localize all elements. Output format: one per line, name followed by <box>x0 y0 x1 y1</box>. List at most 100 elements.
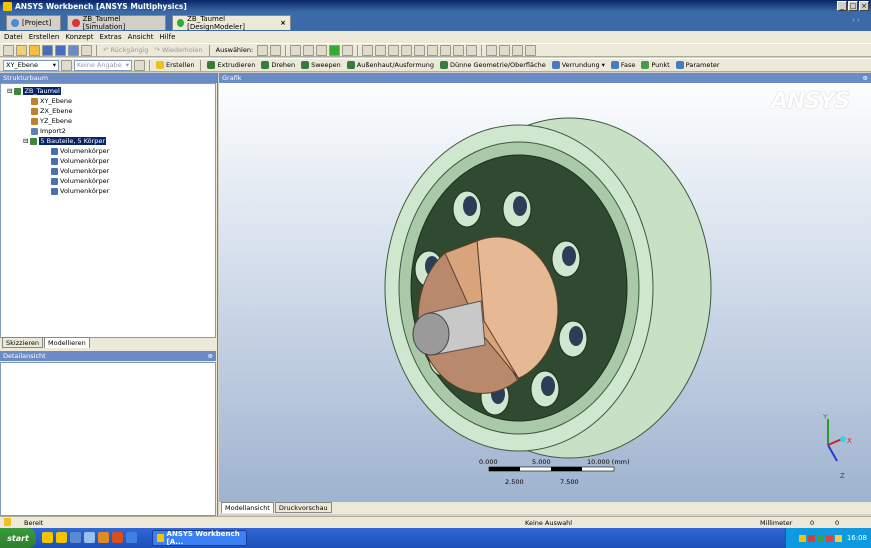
open-icon[interactable] <box>16 44 27 56</box>
sweep-button[interactable]: Sweepen <box>299 61 343 69</box>
menu-ansicht[interactable]: Ansicht <box>128 33 154 41</box>
tree-body[interactable]: Volumenkörper <box>51 176 109 186</box>
new-plane-icon[interactable] <box>61 59 72 71</box>
tree-item-import[interactable]: Import2 <box>31 126 66 136</box>
menu-extras[interactable]: Extras <box>99 33 121 41</box>
tray-icon[interactable] <box>816 534 824 542</box>
plane-select[interactable]: XY_Ebene ▾ <box>3 59 59 71</box>
menu-datei[interactable]: Datei <box>4 33 23 41</box>
extend-selection-icon[interactable] <box>342 44 354 56</box>
zoom-out-icon[interactable] <box>440 44 452 56</box>
undo-button[interactable]: ↶ Rückgängig <box>101 46 150 54</box>
select-face-icon[interactable] <box>316 44 328 56</box>
window-title: ANSYS Workbench [ANSYS Multiphysics] <box>15 1 187 11</box>
redo-button[interactable]: ↷ Wiederholen <box>152 46 204 54</box>
thin-surface-button[interactable]: Dünne Geometrie/Oberfläche <box>438 61 548 69</box>
preview-icon[interactable] <box>466 44 478 56</box>
select-edge-icon[interactable] <box>303 44 315 56</box>
pan-icon[interactable] <box>375 44 387 56</box>
screenshot-icon[interactable] <box>81 44 92 56</box>
select-point-icon[interactable] <box>290 44 302 56</box>
zoom-in-icon[interactable] <box>401 44 413 56</box>
select-filter-icon[interactable] <box>270 44 282 56</box>
collapse-icon[interactable]: ⊟ <box>7 87 12 95</box>
zoom-icon[interactable] <box>388 44 400 56</box>
tree-item-parts[interactable]: ⊟ 5 Bauteile, 5 Körper <box>23 136 107 146</box>
graphics-viewport[interactable]: Grafik ⊕ ANSYS 0.000 5.000 10.000 (mm) 2… <box>219 73 871 502</box>
revolve-icon <box>261 61 270 69</box>
tab-close-icon[interactable]: × <box>280 19 286 27</box>
tree-item-xy[interactable]: XY_Ebene <box>31 96 72 106</box>
triad-iso-ball[interactable] <box>840 436 846 442</box>
select-body-icon[interactable] <box>329 44 341 56</box>
tree-root[interactable]: ⊟ ZB_Taumel <box>7 86 61 96</box>
extrude-button[interactable]: Extrudieren <box>205 61 257 69</box>
tree-item-yz[interactable]: YZ_Ebene <box>31 116 72 126</box>
rotate-icon[interactable] <box>362 44 374 56</box>
tree-body[interactable]: Volumenkörper <box>51 156 109 166</box>
graphics-tab-bar: Modellansicht Druckvorschau <box>219 502 871 514</box>
magnifier-icon[interactable] <box>453 44 465 56</box>
start-button[interactable]: start <box>0 528 36 548</box>
scale-label-0: 0.000 <box>479 458 498 466</box>
tray-icon[interactable] <box>825 534 833 542</box>
parameter-button[interactable]: Parameter <box>674 61 722 69</box>
pin-icon[interactable]: ⊕ <box>863 74 868 82</box>
ansys-quicklaunch-icon[interactable] <box>42 532 53 543</box>
tab-sketching[interactable]: Skizzieren <box>2 337 43 348</box>
save-icon[interactable] <box>42 44 53 56</box>
tab-modeling[interactable]: Modellieren <box>43 337 90 348</box>
app-quicklaunch-icon[interactable] <box>112 532 123 543</box>
explorer-quicklaunch-icon[interactable] <box>70 532 81 543</box>
ansys-app-icon <box>3 1 12 11</box>
pin-icon[interactable]: ⊕ <box>208 352 213 360</box>
new-sketch-icon[interactable] <box>134 59 145 71</box>
desktop-quicklaunch-icon[interactable] <box>84 532 95 543</box>
tab-model-view[interactable]: Modellansicht <box>221 502 274 513</box>
generate-button[interactable]: Erstellen <box>154 61 196 69</box>
tree-body[interactable]: Volumenkörper <box>51 146 109 156</box>
select-mode-icon[interactable] <box>257 44 269 56</box>
menu-konzept[interactable]: Konzept <box>65 33 93 41</box>
zoom-box-icon[interactable] <box>414 44 426 56</box>
select-label: Auswählen: <box>215 46 254 54</box>
menu-erstellen[interactable]: Erstellen <box>29 33 60 41</box>
tab-designmodeler[interactable]: ZB_Taumel [DesignModeler] × <box>172 15 291 31</box>
folder-icon[interactable] <box>29 44 40 56</box>
tree-body[interactable]: Volumenkörper <box>51 166 109 176</box>
skin-loft-button[interactable]: Außenhaut/Ausformung <box>345 61 436 69</box>
tray-icon[interactable] <box>798 534 806 542</box>
zoom-fit-icon[interactable] <box>427 44 439 56</box>
view-icon[interactable] <box>512 44 524 56</box>
sketch-select[interactable]: Keine Angabe ▾ <box>74 59 132 71</box>
browser-quicklaunch-icon[interactable] <box>98 532 109 543</box>
tab-simulation[interactable]: ZB_Taumel [Simulation] <box>67 15 166 31</box>
minimize-button[interactable]: _ <box>837 1 847 11</box>
collapse-icon[interactable]: ⊟ <box>23 137 28 145</box>
tab-scroll-icon[interactable]: ‹ › <box>852 16 860 24</box>
maximize-button[interactable]: □ <box>848 1 858 11</box>
sketch-value: Keine Angabe <box>77 61 122 69</box>
chamfer-button[interactable]: Fase <box>609 61 638 69</box>
help-pointer-icon[interactable] <box>525 44 537 56</box>
app-quicklaunch-icon[interactable] <box>126 532 137 543</box>
close-window-button[interactable]: × <box>859 1 869 11</box>
export-icon[interactable] <box>68 44 79 56</box>
revolve-button[interactable]: Drehen <box>259 61 297 69</box>
tree-item-zx[interactable]: ZX_Ebene <box>31 106 73 116</box>
taskbar-ansys-item[interactable]: ANSYS Workbench [A... <box>152 530 247 546</box>
save-as-icon[interactable] <box>55 44 66 56</box>
tab-print-preview[interactable]: Druckvorschau <box>274 502 332 513</box>
point-icon <box>641 61 650 69</box>
blend-button[interactable]: Verrundung ▾ <box>550 61 607 69</box>
tab-project[interactable]: [Project] <box>6 15 61 30</box>
ansys-quicklaunch-icon[interactable] <box>56 532 67 543</box>
tray-icon[interactable] <box>834 534 842 542</box>
tree-body[interactable]: Volumenkörper <box>51 186 109 196</box>
tray-icon[interactable] <box>807 534 815 542</box>
point-button[interactable]: Punkt <box>639 61 671 69</box>
triad-icon[interactable] <box>486 44 498 56</box>
new-icon[interactable] <box>3 44 14 56</box>
menu-hilfe[interactable]: Hilfe <box>159 33 175 41</box>
display-icon[interactable] <box>499 44 511 56</box>
